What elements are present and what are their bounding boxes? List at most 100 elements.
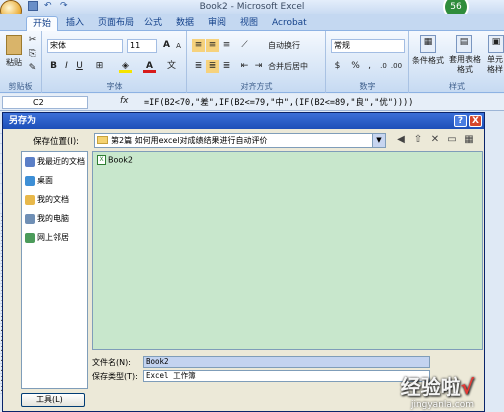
watermark-url: jingyanla.com <box>410 400 474 410</box>
styles-group: ▦ 条件格式 ▤ 套用表格格式 ▣ 单元格样式 样式 <box>410 31 504 93</box>
align-left-icon[interactable]: ≣ <box>192 60 205 73</box>
alignment-group: ≡ ≡ ≡ ⟋ ≣ ≣ ≣ ⇤ ⇥ 自动换行 合并后居中 对齐方式 <box>188 31 326 93</box>
alignment-group-label: 对齐方式 <box>240 82 273 91</box>
increase-indent-icon[interactable]: ⇥ <box>252 60 265 73</box>
filename-input[interactable]: Book2 <box>143 356 430 368</box>
help-button[interactable]: ? <box>454 115 467 127</box>
align-right-icon[interactable]: ≣ <box>220 60 233 73</box>
ribbon: 粘贴 ✂ ⎘ ✎ 剪贴板 宋体 11 A A B I U ⊞ ◈ A 文 字体 … <box>0 31 504 93</box>
orientation-icon[interactable]: ⟋ <box>238 39 251 52</box>
tab-insert[interactable]: 插入 <box>60 16 90 31</box>
formula-bar: C2 fx =IF(B2<70,"差",IF(B2<=79,"中",(IF(B2… <box>0 94 504 111</box>
my-computer-icon <box>25 213 35 224</box>
table-format-button[interactable]: 套用表格格式 <box>448 55 482 75</box>
chevron-down-icon[interactable]: ▼ <box>372 134 385 147</box>
align-center-icon[interactable]: ≣ <box>206 60 219 73</box>
close-button[interactable]: X <box>469 115 482 127</box>
save-in-label: 保存位置(I): <box>33 137 80 147</box>
percent-icon[interactable]: % <box>349 60 362 73</box>
cut-icon[interactable]: ✂ <box>26 34 39 47</box>
paste-button[interactable]: 粘贴 <box>6 57 22 69</box>
clipboard-group-label: 剪贴板 <box>8 82 33 91</box>
paste-icon[interactable] <box>6 35 22 55</box>
name-box[interactable]: C2 <box>2 96 88 109</box>
table-format-icon[interactable]: ▤ <box>456 35 472 53</box>
place-desktop[interactable]: 桌面 <box>25 175 53 186</box>
font-group-label: 字体 <box>106 82 123 91</box>
network-icon <box>25 232 35 243</box>
watermark: 经验啦√ <box>400 375 474 399</box>
wrap-text-button[interactable]: 自动换行 <box>268 40 300 52</box>
places-bar: 我最近的文档 桌面 我的文档 我的电脑 网上邻居 <box>21 151 88 389</box>
insert-function-icon[interactable]: fx <box>120 96 129 106</box>
ribbon-tabs: 开始 插入 页面布局 公式 数据 审阅 视图 Acrobat <box>0 14 504 31</box>
underline-icon[interactable]: U <box>73 60 86 73</box>
filetype-label: 保存类型(T): <box>92 372 138 381</box>
filetype-select[interactable]: Excel 工作簿 <box>143 370 430 382</box>
number-group: 常规 $ % , .0 .00 数字 <box>327 31 409 93</box>
align-top-icon[interactable]: ≡ <box>192 39 205 52</box>
tab-data[interactable]: 数据 <box>170 16 200 31</box>
back-icon[interactable]: ◀ <box>394 133 408 147</box>
window-title: Book2 - Microsoft Excel <box>199 2 305 12</box>
place-network[interactable]: 网上邻居 <box>25 232 69 243</box>
formula-input[interactable]: =IF(B2<70,"差",IF(B2<=79,"中",(IF(B2<=89,"… <box>144 96 413 108</box>
new-folder-icon[interactable]: ▭ <box>445 133 459 147</box>
comma-icon[interactable]: , <box>363 60 376 73</box>
format-painter-icon[interactable]: ✎ <box>26 62 39 75</box>
save-as-dialog: 另存为 ? X 保存位置(I): 第2篇 如何用excel对成绩结果进行自动评价… <box>2 112 485 412</box>
fill-color-icon[interactable]: ◈ <box>119 60 132 73</box>
tab-formulas[interactable]: 公式 <box>138 16 168 31</box>
folder-icon <box>97 136 108 144</box>
border-icon[interactable]: ⊞ <box>93 60 106 73</box>
place-recent[interactable]: 我最近的文档 <box>25 156 85 167</box>
list-item[interactable]: X Book2 <box>97 155 133 165</box>
dialog-title-buttons: ? X <box>454 115 482 127</box>
decrease-decimal-icon[interactable]: .00 <box>390 60 403 73</box>
font-name-select[interactable]: 宋体 <box>47 39 123 53</box>
cell-style-button[interactable]: 单元格样式 <box>484 55 504 75</box>
recent-docs-icon <box>25 156 35 167</box>
shrink-font-icon[interactable]: A <box>172 40 185 53</box>
save-in-value: 第2篇 如何用excel对成绩结果进行自动评价 <box>111 136 268 145</box>
conditional-format-icon[interactable]: ▦ <box>420 35 436 53</box>
tab-view[interactable]: 视图 <box>234 16 264 31</box>
place-my-computer[interactable]: 我的电脑 <box>25 213 69 224</box>
my-documents-icon <box>25 194 35 205</box>
tab-review[interactable]: 审阅 <box>202 16 232 31</box>
checkmark-icon: √ <box>460 375 474 399</box>
number-group-label: 数字 <box>359 82 376 91</box>
italic-icon[interactable]: I <box>60 60 73 73</box>
excel-file-icon: X <box>97 155 106 165</box>
dialog-title: 另存为 <box>3 113 484 129</box>
dialog-toolbar: ◀ ⇧ ✕ ▭ ▦ <box>394 133 476 147</box>
merge-center-button[interactable]: 合并后居中 <box>268 61 308 73</box>
font-size-select[interactable]: 11 <box>127 39 157 53</box>
phonetic-icon[interactable]: 文 <box>165 60 178 73</box>
conditional-format-button[interactable]: 条件格式 <box>412 55 444 67</box>
file-list[interactable]: X Book2 <box>92 151 483 350</box>
delete-icon[interactable]: ✕ <box>428 133 442 147</box>
number-format-select[interactable]: 常规 <box>331 39 405 53</box>
up-folder-icon[interactable]: ⇧ <box>411 133 425 147</box>
font-color-icon[interactable]: A <box>143 60 156 73</box>
cell-style-icon[interactable]: ▣ <box>488 35 504 53</box>
place-my-documents[interactable]: 我的文档 <box>25 194 69 205</box>
increase-decimal-icon[interactable]: .0 <box>377 60 390 73</box>
save-in-dropdown[interactable]: 第2篇 如何用excel对成绩结果进行自动评价 ▼ <box>94 133 386 148</box>
currency-icon[interactable]: $ <box>331 60 344 73</box>
font-group: 宋体 11 A A B I U ⊞ ◈ A 文 字体 <box>43 31 187 93</box>
clipboard-group: 粘贴 ✂ ⎘ ✎ 剪贴板 <box>0 31 42 93</box>
tab-acrobat[interactable]: Acrobat <box>266 16 313 31</box>
tab-home[interactable]: 开始 <box>26 16 59 31</box>
desktop-icon <box>25 175 35 186</box>
align-bottom-icon[interactable]: ≡ <box>220 39 233 52</box>
styles-group-label: 样式 <box>449 82 465 91</box>
views-icon[interactable]: ▦ <box>462 133 476 147</box>
tab-page-layout[interactable]: 页面布局 <box>92 16 140 31</box>
align-middle-icon[interactable]: ≡ <box>206 39 219 52</box>
bold-icon[interactable]: B <box>47 60 60 73</box>
tools-button[interactable]: 工具(L) <box>21 393 85 407</box>
decrease-indent-icon[interactable]: ⇤ <box>238 60 251 73</box>
copy-icon[interactable]: ⎘ <box>26 48 39 61</box>
